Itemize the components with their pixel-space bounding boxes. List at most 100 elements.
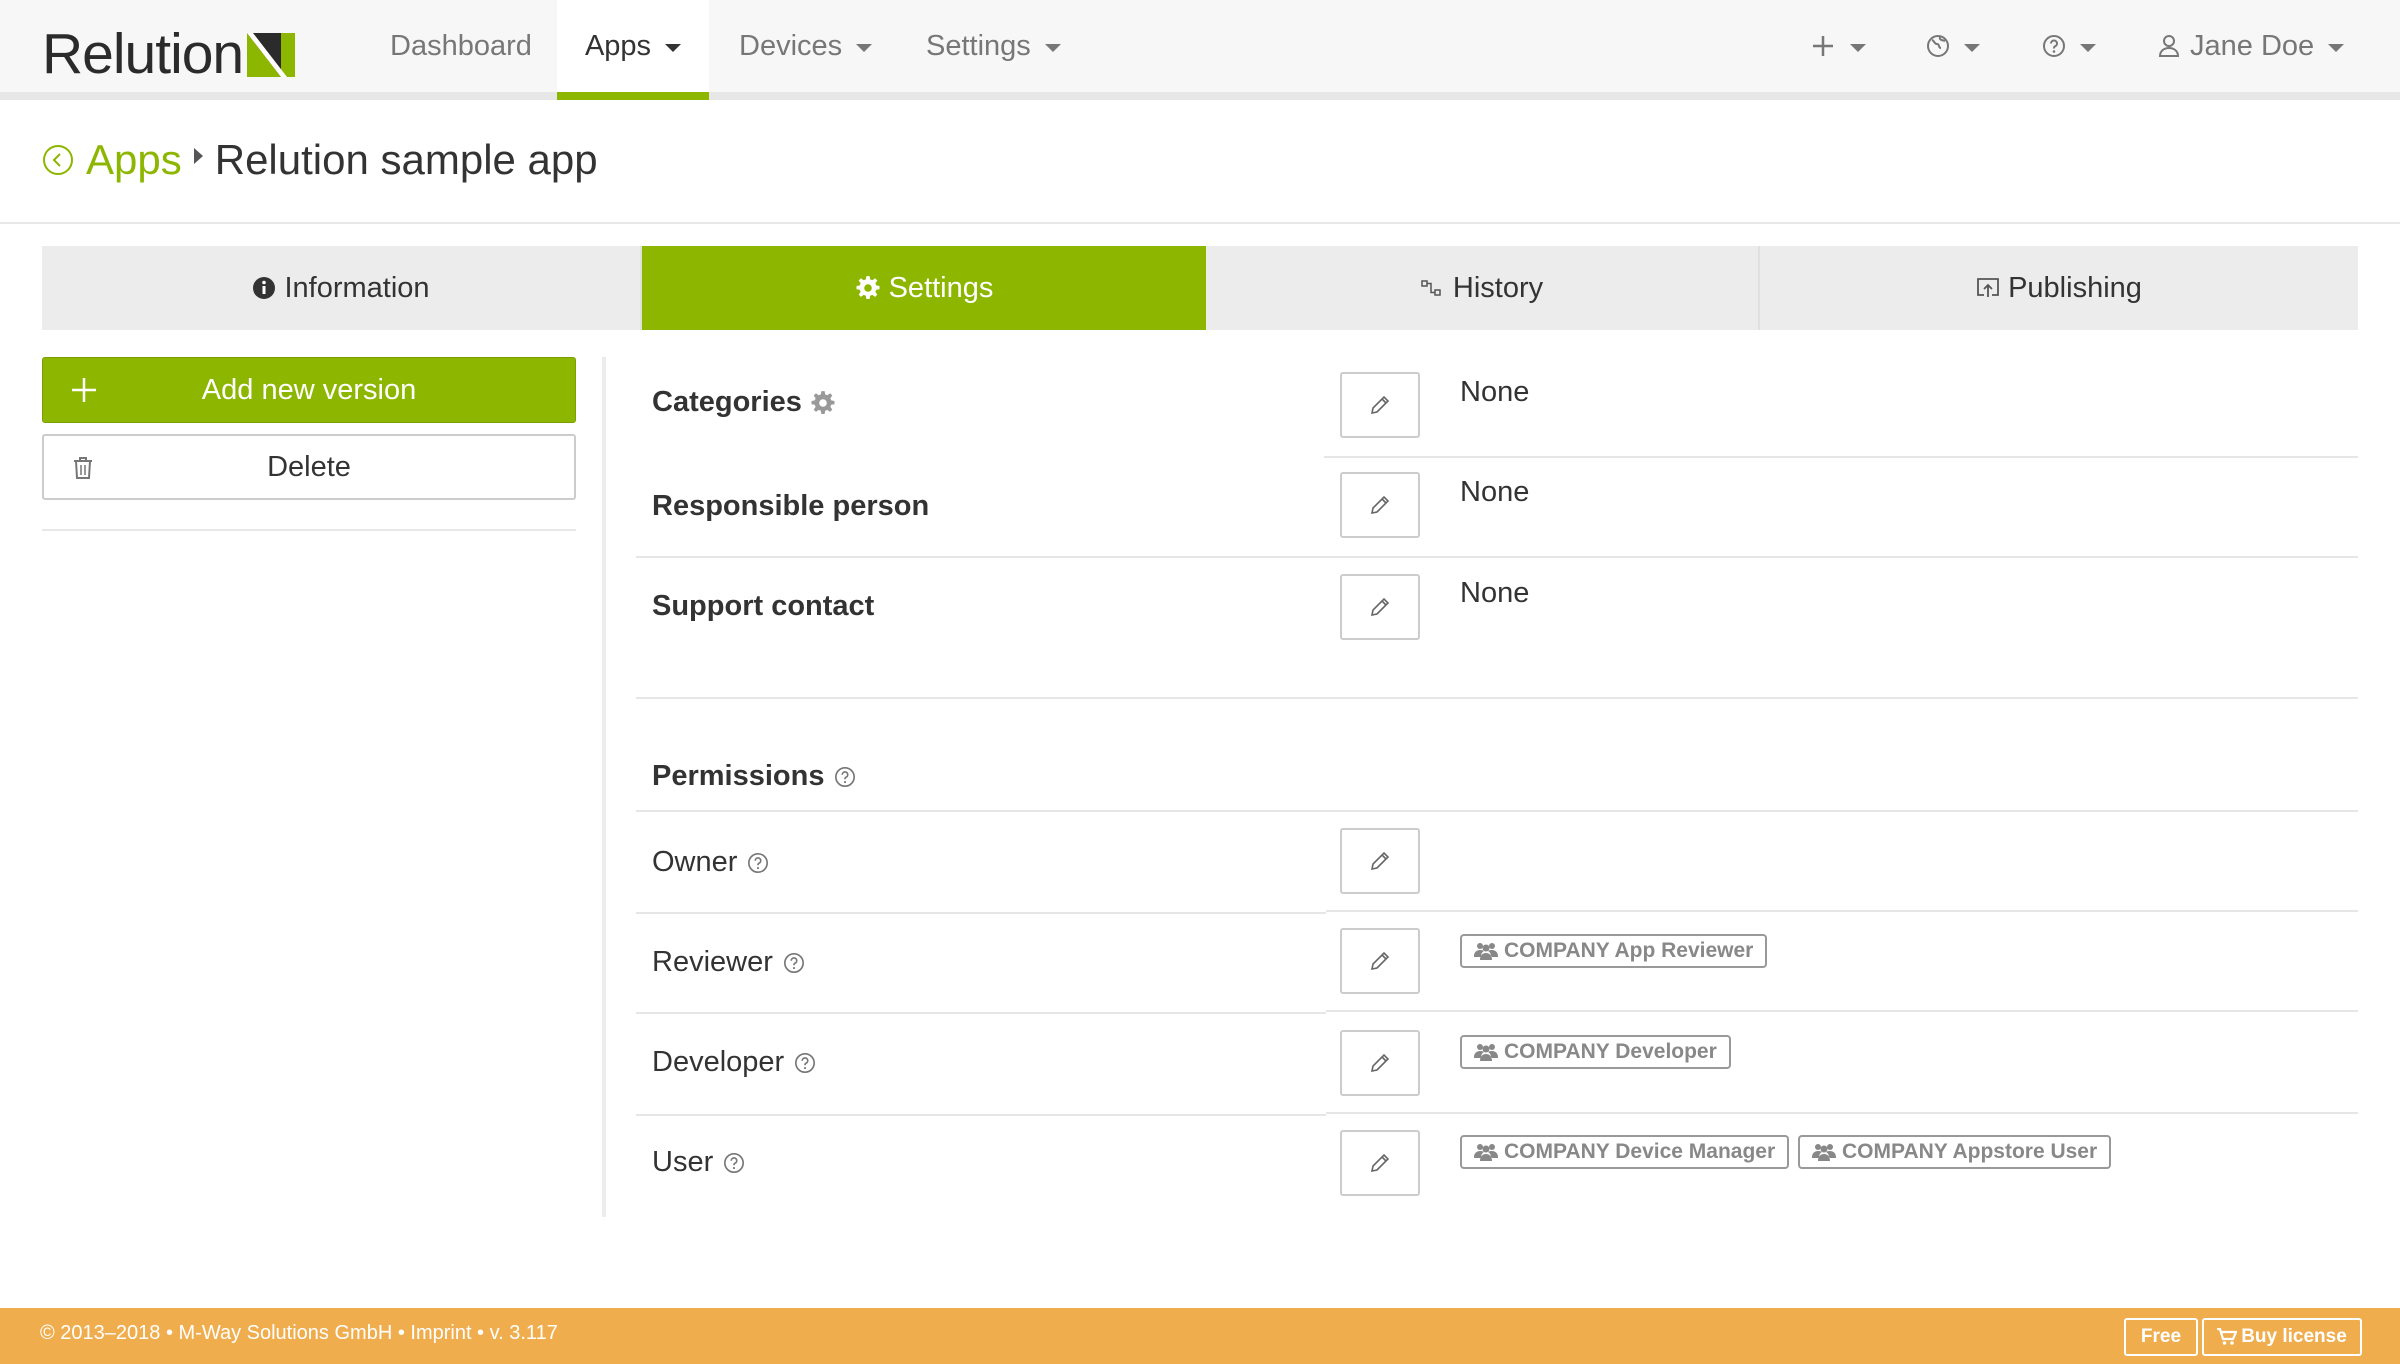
nav-settings[interactable]: Settings <box>926 0 1061 92</box>
plus-icon <box>1813 36 1833 56</box>
support-contact-label: Support contact <box>652 590 874 623</box>
group-icon <box>1474 1144 1498 1161</box>
chevron-down-icon <box>1850 44 1866 52</box>
group-tag: COMPANY Appstore User <box>1798 1135 2112 1169</box>
group-tag-label: COMPANY App Reviewer <box>1504 939 1754 962</box>
free-label: Free <box>2140 1326 2182 1347</box>
breadcrumb-apps-link[interactable]: Apps <box>86 136 182 184</box>
edit-developer-button[interactable] <box>1340 1030 1420 1096</box>
plus-icon <box>72 378 96 402</box>
user-icon <box>2158 35 2180 57</box>
responsible-person-label: Responsible person <box>652 490 929 523</box>
tab-settings[interactable]: Settings <box>642 246 1206 330</box>
info-icon <box>253 277 276 299</box>
pencil-icon <box>1370 597 1390 617</box>
pencil-icon <box>1370 495 1390 515</box>
pencil-icon <box>1370 851 1390 871</box>
group-tag: COMPANY App Reviewer <box>1460 934 1768 968</box>
group-tag-label: COMPANY Developer <box>1504 1040 1717 1063</box>
help-icon[interactable] <box>723 1152 745 1174</box>
group-icon <box>1812 1144 1836 1161</box>
gear-icon <box>856 276 880 300</box>
responsible-person-value: None <box>1460 476 1530 508</box>
chevron-down-icon <box>2080 44 2096 52</box>
delete-label: Delete <box>267 450 351 483</box>
group-icon <box>1474 943 1498 960</box>
breadcrumb: Apps Relution sample app <box>42 130 598 190</box>
nav-apps[interactable]: Apps <box>557 0 709 92</box>
permissions-title: Permissions <box>652 760 825 792</box>
developer-label: Developer <box>652 1046 816 1079</box>
content-divider <box>602 357 606 1217</box>
row-divider <box>1326 1010 2358 1012</box>
nav-dashboard-label: Dashboard <box>390 29 532 62</box>
buy-license-label: Buy license <box>2241 1326 2347 1347</box>
edit-owner-button[interactable] <box>1340 828 1420 894</box>
user-label: User <box>652 1146 745 1179</box>
edit-categories-button[interactable] <box>1340 372 1420 438</box>
chevron-down-icon <box>856 44 873 52</box>
nav-apps-label: Apps <box>584 29 652 62</box>
row-divider <box>636 912 1326 914</box>
relution-logo[interactable]: Relution <box>42 26 303 83</box>
history-icon <box>1421 280 1441 296</box>
chevron-down-icon <box>2328 44 2345 52</box>
row-divider <box>636 556 2358 558</box>
group-tag-label: COMPANY Appstore User <box>1842 1140 2098 1163</box>
help-icon[interactable] <box>794 1052 816 1074</box>
globe-icon <box>1927 35 1949 57</box>
reviewer-label-text: Reviewer <box>652 946 773 978</box>
add-new-version-label: Add new version <box>201 373 417 406</box>
language-menu[interactable] <box>1926 0 1980 92</box>
tab-information[interactable]: Information <box>42 246 642 330</box>
edit-reviewer-button[interactable] <box>1340 928 1420 994</box>
group-tag-label: COMPANY Device Manager <box>1504 1140 1776 1163</box>
help-icon[interactable] <box>834 766 856 788</box>
nav-settings-label: Settings <box>926 29 1031 62</box>
trash-icon <box>74 457 92 479</box>
nav-devices-label: Devices <box>739 29 843 62</box>
nav-active-indicator <box>557 92 709 100</box>
nav-dashboard[interactable]: Dashboard <box>390 0 532 92</box>
owner-label-text: Owner <box>652 846 738 878</box>
chevron-down-icon <box>1044 44 1061 52</box>
pencil-icon <box>1370 1153 1390 1173</box>
divider <box>0 222 2400 224</box>
top-navbar: Relution Dashboard Apps Devices Settings… <box>0 0 2400 100</box>
tab-history[interactable]: History <box>1206 246 1760 330</box>
gear-icon[interactable] <box>810 390 836 416</box>
help-icon[interactable] <box>783 952 805 974</box>
tab-publishing[interactable]: Publishing <box>1760 246 2358 330</box>
page-title: Relution sample app <box>214 136 598 183</box>
edit-user-button[interactable] <box>1340 1130 1420 1196</box>
chevron-down-icon <box>665 44 682 52</box>
row-divider <box>1326 910 2358 912</box>
free-button[interactable]: Free <box>2124 1318 2198 1356</box>
tab-bar: Information Settings History Publishing <box>42 246 2358 330</box>
categories-value: None <box>1460 376 1530 408</box>
row-divider <box>636 1012 1326 1014</box>
edit-support-contact-button[interactable] <box>1340 574 1420 640</box>
categories-label-text: Categories <box>652 386 802 418</box>
edit-responsible-person-button[interactable] <box>1340 472 1420 538</box>
add-new-version-button[interactable]: Add new version <box>42 357 576 423</box>
help-icon[interactable] <box>747 852 769 874</box>
row-divider <box>636 1114 1326 1116</box>
help-menu[interactable] <box>2042 0 2096 92</box>
buy-license-button[interactable]: Buy license <box>2202 1318 2362 1356</box>
add-menu[interactable] <box>1810 0 1866 92</box>
group-tag: COMPANY Developer <box>1460 1035 1731 1069</box>
support-contact-label-text: Support contact <box>652 590 875 622</box>
user-label-text: User <box>652 1146 714 1178</box>
nav-devices[interactable]: Devices <box>739 0 873 92</box>
breadcrumb-separator-icon <box>193 148 203 164</box>
section-divider <box>636 697 2358 699</box>
help-icon <box>2043 35 2065 57</box>
pencil-icon <box>1370 395 1390 415</box>
delete-button[interactable]: Delete <box>42 434 576 500</box>
logo-mark-icon <box>247 32 296 77</box>
support-contact-value: None <box>1460 577 1530 609</box>
user-menu[interactable]: Jane Doe <box>2158 0 2345 92</box>
footer-text: © 2013–2018 • M-Way Solutions GmbH • Imp… <box>40 1322 558 1344</box>
back-icon[interactable] <box>42 144 74 176</box>
